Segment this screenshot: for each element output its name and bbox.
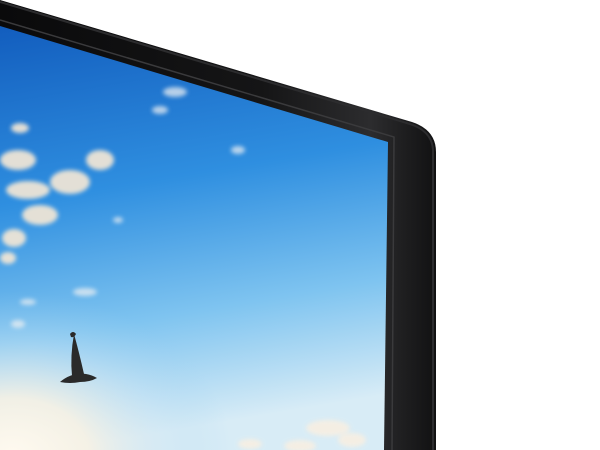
monitor-photo [0, 0, 600, 450]
monitor-illustration [0, 0, 436, 450]
sun-glow [0, 150, 388, 450]
